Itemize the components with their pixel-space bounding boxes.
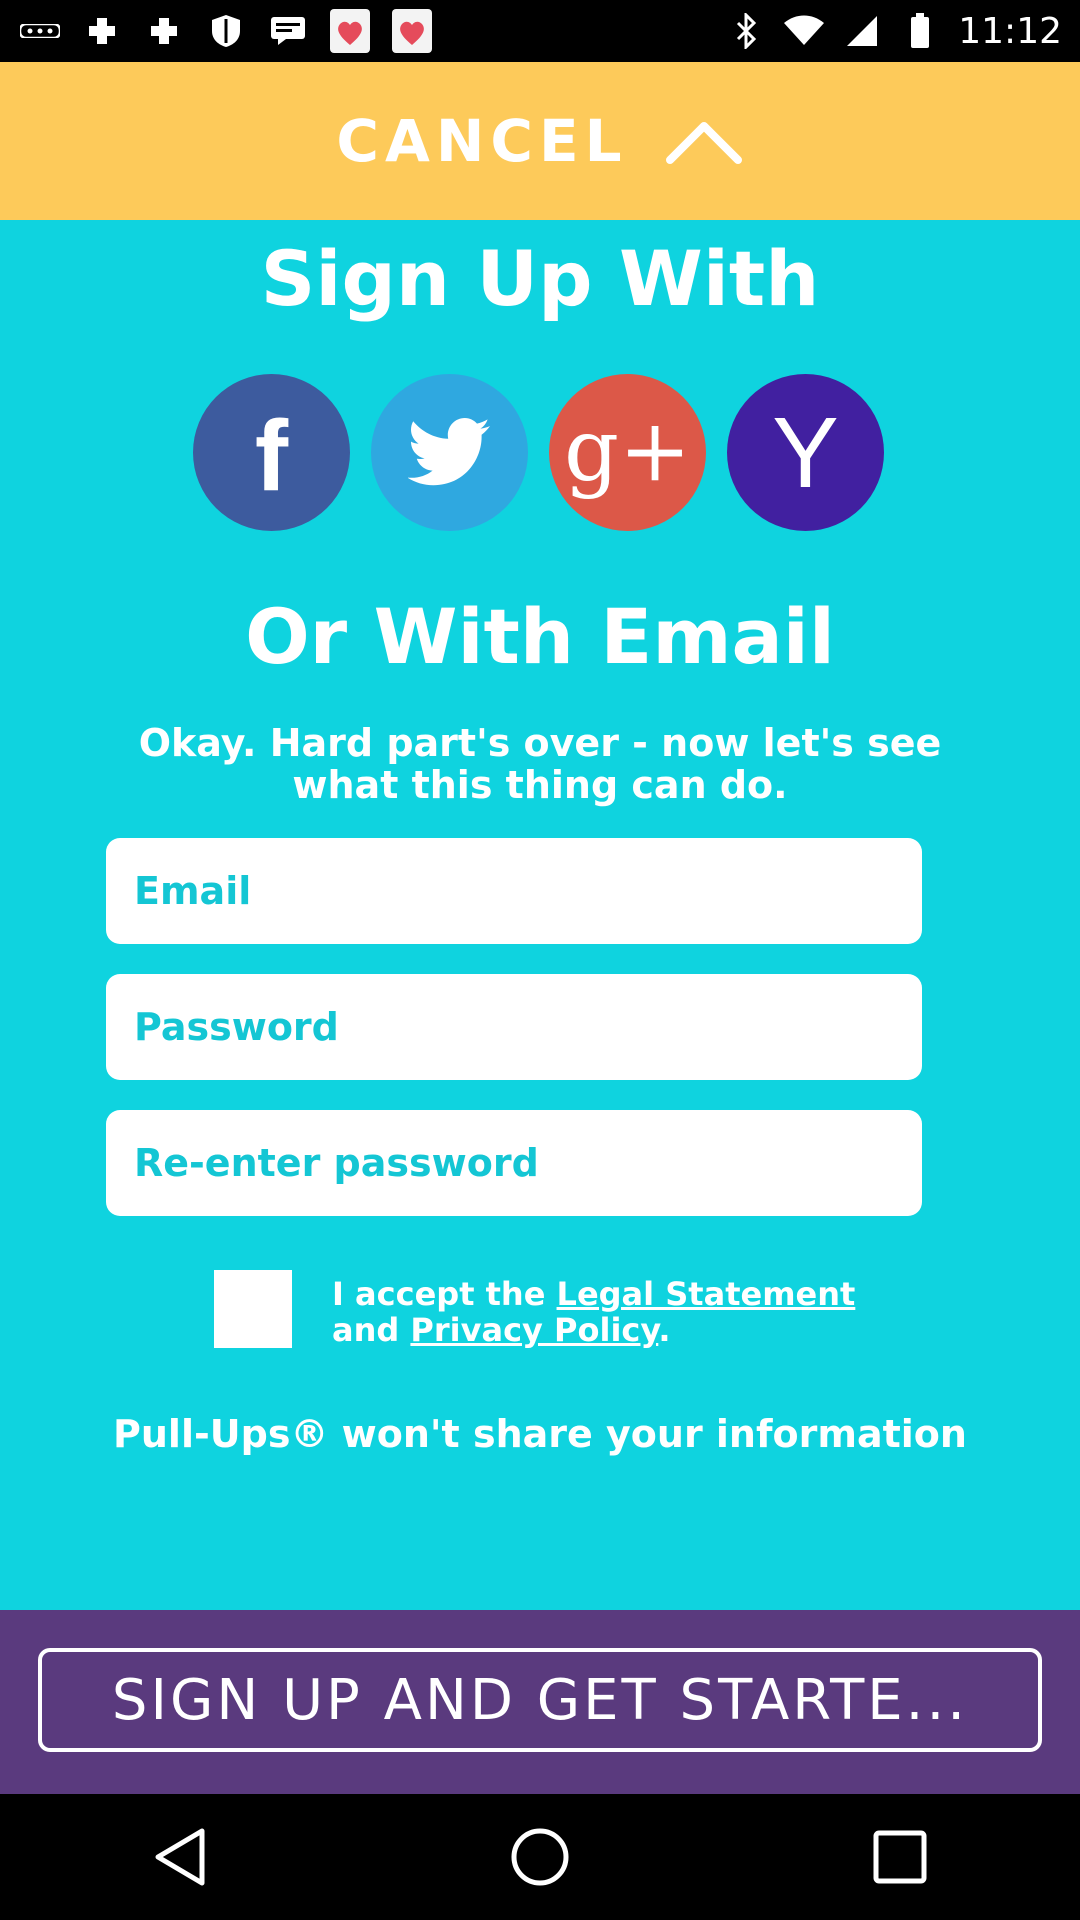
cancel-label: CANCEL xyxy=(336,107,628,175)
email-section-subtitle: Okay. Hard part's over - now let's see w… xyxy=(138,721,942,807)
status-left-icons xyxy=(20,8,432,54)
email-section-title: Or With Email xyxy=(245,592,835,681)
battery-icon xyxy=(900,11,940,51)
twitter-icon xyxy=(407,417,490,485)
message-icon xyxy=(268,11,308,51)
signal-icon xyxy=(842,11,882,51)
facebook-button[interactable]: f xyxy=(193,374,350,531)
fast-meet-app-icon xyxy=(330,9,370,53)
yahoo-icon: Y xyxy=(772,396,839,509)
twitter-button[interactable] xyxy=(371,374,528,531)
sign-up-button[interactable]: SIGN UP AND GET STARTE... xyxy=(38,1648,1042,1752)
more-icon xyxy=(20,11,60,51)
fast-meet-app-icon xyxy=(392,9,432,53)
terms-middle: and xyxy=(332,1311,411,1349)
chevron-up-icon xyxy=(665,122,742,164)
navigation-bar xyxy=(0,1794,1080,1920)
privacy-policy-link[interactable]: Privacy Policy xyxy=(410,1311,658,1349)
yahoo-button[interactable]: Y xyxy=(727,374,884,531)
password-field[interactable] xyxy=(132,1004,896,1050)
reenter-password-field[interactable] xyxy=(132,1140,896,1186)
email-field-container xyxy=(106,838,922,944)
social-buttons: f g+ Y xyxy=(193,374,884,531)
bluetooth-icon xyxy=(726,11,766,51)
back-button[interactable] xyxy=(140,1817,220,1897)
facebook-icon: f xyxy=(254,399,289,512)
fast-meet-icon xyxy=(82,11,122,51)
status-right-icons: 11:12 xyxy=(726,8,1062,54)
terms-text: I accept the Legal Statement and Privacy… xyxy=(332,1276,892,1348)
home-button[interactable] xyxy=(500,1817,580,1897)
email-field[interactable] xyxy=(132,868,896,914)
notification-icon xyxy=(144,11,184,51)
back-icon xyxy=(155,1828,205,1886)
terms-prefix: I accept the xyxy=(332,1275,557,1313)
google-plus-button[interactable]: g+ xyxy=(549,374,706,531)
recents-button[interactable] xyxy=(860,1817,940,1897)
cancel-button[interactable]: CANCEL xyxy=(0,62,1080,220)
bottom-bar: SIGN UP AND GET STARTE... xyxy=(0,1610,1080,1794)
status-time: 11:12 xyxy=(958,10,1062,52)
status-bar: 11:12 xyxy=(0,0,1080,62)
reenter-password-field-container xyxy=(106,1110,922,1216)
google-plus-icon: g+ xyxy=(563,400,692,501)
privacy-note: Pull-Ups® won't share your information xyxy=(113,1412,967,1456)
shield-icon xyxy=(206,11,246,51)
accept-terms-checkbox[interactable] xyxy=(214,1270,292,1348)
wifi-icon xyxy=(784,11,825,51)
home-icon xyxy=(511,1828,569,1886)
password-field-container xyxy=(106,974,922,1080)
terms-suffix: . xyxy=(658,1311,671,1349)
legal-statement-link[interactable]: Legal Statement xyxy=(557,1275,856,1313)
signup-title: Sign Up With xyxy=(260,234,820,323)
recents-icon xyxy=(873,1830,927,1884)
